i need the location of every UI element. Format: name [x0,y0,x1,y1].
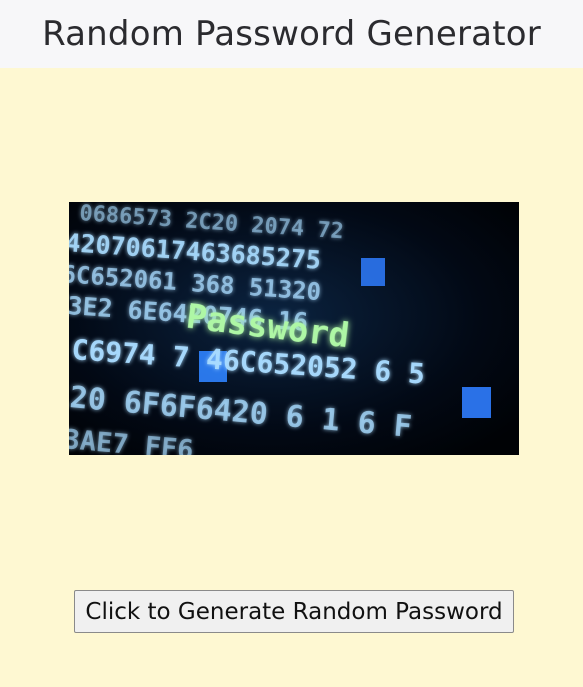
generate-password-button[interactable]: Click to Generate Random Password [74,590,514,633]
app-header: Random Password Generator [0,0,583,68]
highlight-cell [361,258,385,286]
page-title: Random Password Generator [42,14,541,54]
password-hero-image: 0686573 2C20 2074 72 42070617463685275 6C6… [69,202,519,455]
highlight-cell [462,387,491,418]
password-illustration: 0686573 2C20 2074 72420706174636852756C6… [69,202,519,455]
